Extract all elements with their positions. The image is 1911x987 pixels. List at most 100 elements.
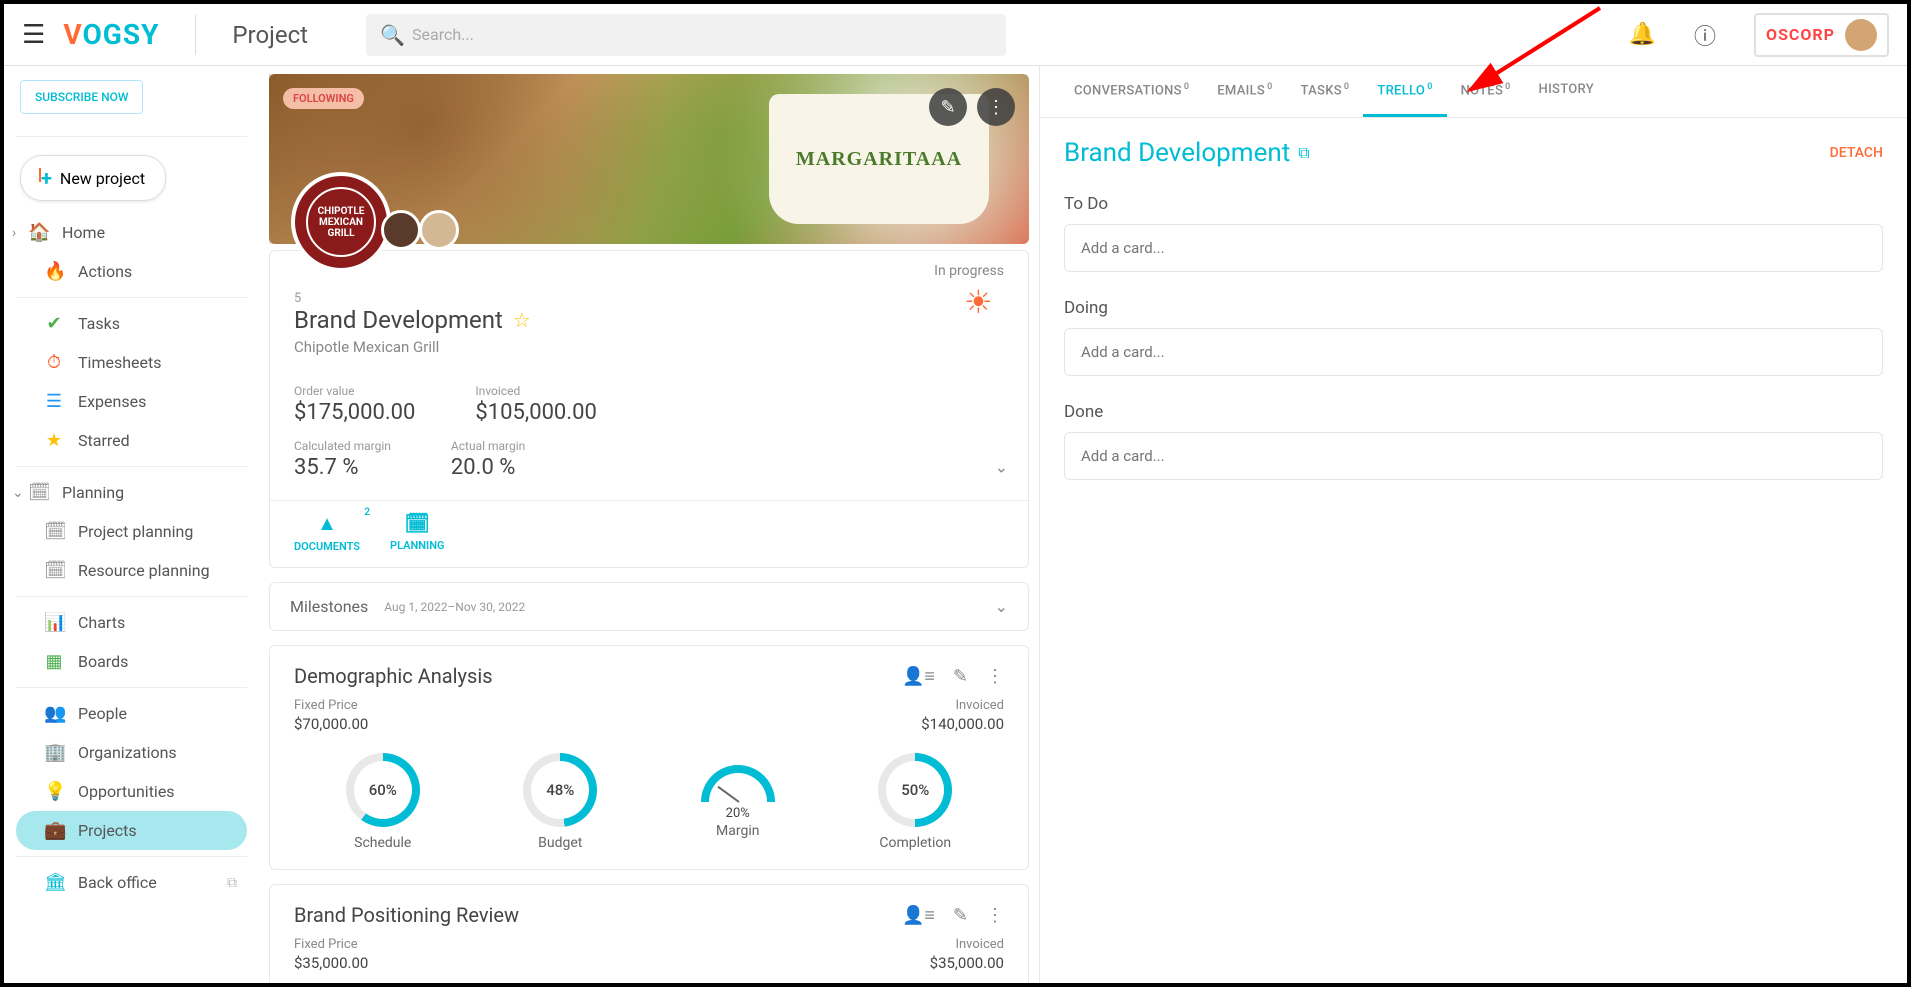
add-card-todo[interactable]: [1064, 224, 1883, 272]
tab-trello[interactable]: TRELLO0: [1363, 66, 1446, 117]
page-title: Project: [232, 21, 308, 49]
search-input[interactable]: [366, 14, 1006, 56]
assign-icon[interactable]: 👤≡: [902, 666, 935, 687]
tab-history[interactable]: HISTORY: [1525, 66, 1608, 117]
add-card-doing[interactable]: [1064, 328, 1883, 376]
nav-starred[interactable]: ★Starred: [16, 421, 247, 460]
plus-icon: +: [41, 166, 52, 190]
bank-icon: 🏛: [44, 872, 64, 893]
nav-projects[interactable]: 💼Projects: [16, 811, 247, 850]
external-link-icon: ⧉: [227, 875, 237, 891]
order-value: $175,000.00: [294, 400, 415, 425]
tab-conversations[interactable]: CONVERSATIONS0: [1060, 66, 1203, 117]
nav-people[interactable]: 👥People: [16, 694, 247, 733]
project-number: 5: [294, 291, 1004, 306]
chart-icon: 📊: [44, 612, 64, 633]
sun-icon: ☀: [964, 283, 1004, 323]
gauge-margin: 20%Margin: [701, 753, 775, 851]
calendar-icon: 🗓: [390, 511, 444, 535]
nav-opportunities[interactable]: 💡Opportunities: [16, 772, 247, 811]
more-icon[interactable]: ⋮: [977, 88, 1015, 126]
milestones-card[interactable]: Milestones Aug 1, 2022–Nov 30, 2022 ⌄: [269, 582, 1029, 631]
chevron-right-icon: ›: [12, 225, 16, 241]
section-demographic: Demographic Analysis 👤≡ ✎ ⋮ Fixed Price$…: [269, 645, 1029, 870]
topbar: ☰ VOGSY Project 🔍 🔔 ⓘ OSCORP: [4, 4, 1907, 66]
assign-icon[interactable]: 👤≡: [902, 905, 935, 926]
project-hero: MARGARITAAA FOLLOWING ✎ ⋮ CHIPOTLEMEXICA…: [269, 74, 1029, 244]
chevron-down-icon[interactable]: ⌄: [995, 597, 1008, 616]
add-card-done[interactable]: [1064, 432, 1883, 480]
list-icon: ☰: [44, 391, 64, 412]
edit-icon[interactable]: ✎: [953, 905, 968, 926]
calendar-icon: 🗓: [44, 560, 64, 581]
list-done-title: Done: [1064, 402, 1883, 422]
project-status: In progress: [934, 263, 1004, 279]
tab-planning[interactable]: 🗓PLANNING: [390, 511, 444, 553]
menu-icon[interactable]: ☰: [22, 20, 45, 50]
chevron-down-icon[interactable]: ⌄: [995, 457, 1008, 476]
nav-home[interactable]: ›🏠Home: [16, 213, 247, 252]
nav-resource-planning[interactable]: 🗓Resource planning: [16, 551, 247, 590]
org-badge[interactable]: OSCORP: [1754, 13, 1889, 57]
star-icon: ★: [44, 430, 64, 451]
notifications-icon[interactable]: 🔔: [1629, 22, 1656, 47]
external-link-icon[interactable]: ⧉: [1298, 143, 1309, 163]
search-icon: 🔍: [380, 23, 405, 47]
calendar-icon: 🗓: [44, 521, 64, 542]
project-name: Brand Development: [294, 306, 503, 334]
trello-board-title[interactable]: Brand Development: [1064, 138, 1290, 168]
home-icon: 🏠: [28, 222, 48, 243]
logo[interactable]: VOGSY: [63, 18, 159, 51]
nav-back-office[interactable]: 🏛Back office⧉: [16, 863, 247, 902]
more-icon[interactable]: ⋮: [986, 666, 1004, 687]
org-name: OSCORP: [1766, 25, 1835, 44]
new-project-button[interactable]: + New project: [20, 155, 166, 201]
tab-emails[interactable]: EMAILS0: [1203, 66, 1286, 117]
new-project-label: New project: [60, 169, 145, 188]
tab-notes[interactable]: NOTES0: [1447, 66, 1525, 117]
nav-expenses[interactable]: ☰Expenses: [16, 382, 247, 421]
star-icon[interactable]: ☆: [513, 308, 531, 332]
nav-timesheets[interactable]: ⏱Timesheets: [16, 343, 247, 382]
project-client: Chipotle Mexican Grill: [294, 338, 1004, 356]
avatar: [1845, 19, 1877, 51]
nav-tasks[interactable]: ✔Tasks: [16, 304, 247, 343]
more-icon[interactable]: ⋮: [986, 905, 1004, 926]
gauge-budget: 48%Budget: [523, 753, 597, 851]
bulb-icon: 💡: [44, 781, 64, 802]
nav-charts[interactable]: 📊Charts: [16, 603, 247, 642]
right-panel: CONVERSATIONS0 EMAILS0 TASKS0 TRELLO0 NO…: [1039, 66, 1907, 983]
separator: [195, 15, 196, 55]
drive-icon: ▲2: [294, 511, 360, 536]
team-avatar-2[interactable]: [419, 210, 459, 250]
people-icon: 👥: [44, 703, 64, 724]
nav-actions[interactable]: 🔥Actions: [16, 252, 247, 291]
nav-planning[interactable]: ⌄🗓Planning: [16, 473, 247, 512]
timer-icon: ⏱: [44, 352, 64, 373]
invoiced-value: $105,000.00: [475, 400, 596, 425]
gauge-completion: 50%Completion: [878, 753, 952, 851]
section-brand-positioning: Brand Positioning Review 👤≡ ✎ ⋮ Fixed Pr…: [269, 884, 1029, 983]
tab-tasks[interactable]: TASKS0: [1287, 66, 1364, 117]
right-tabs: CONVERSATIONS0 EMAILS0 TASKS0 TRELLO0 NO…: [1040, 66, 1907, 118]
nav-project-planning[interactable]: 🗓Project planning: [16, 512, 247, 551]
following-badge[interactable]: FOLLOWING: [283, 88, 364, 109]
subscribe-button[interactable]: SUBSCRIBE NOW: [20, 80, 143, 114]
nav-boards[interactable]: ▦Boards: [16, 642, 247, 681]
project-card: In progress ☀ 5 Brand Development ☆ Chip…: [269, 250, 1029, 568]
list-todo-title: To Do: [1064, 194, 1883, 214]
list-doing-title: Doing: [1064, 298, 1883, 318]
detach-button[interactable]: DETACH: [1830, 145, 1883, 161]
center-column: MARGARITAAA FOLLOWING ✎ ⋮ CHIPOTLEMEXICA…: [259, 66, 1039, 983]
edit-icon[interactable]: ✎: [953, 666, 968, 687]
edit-icon[interactable]: ✎: [929, 88, 967, 126]
briefcase-icon: 💼: [44, 820, 64, 841]
check-icon: ✔: [44, 313, 64, 334]
help-icon[interactable]: ⓘ: [1694, 19, 1716, 51]
team-avatar-1[interactable]: [381, 210, 421, 250]
board-icon: ▦: [44, 651, 64, 672]
calc-margin: 35.7 %: [294, 455, 391, 480]
tab-documents[interactable]: ▲2DOCUMENTS: [294, 511, 360, 553]
building-icon: 🏢: [44, 742, 64, 763]
nav-organizations[interactable]: 🏢Organizations: [16, 733, 247, 772]
